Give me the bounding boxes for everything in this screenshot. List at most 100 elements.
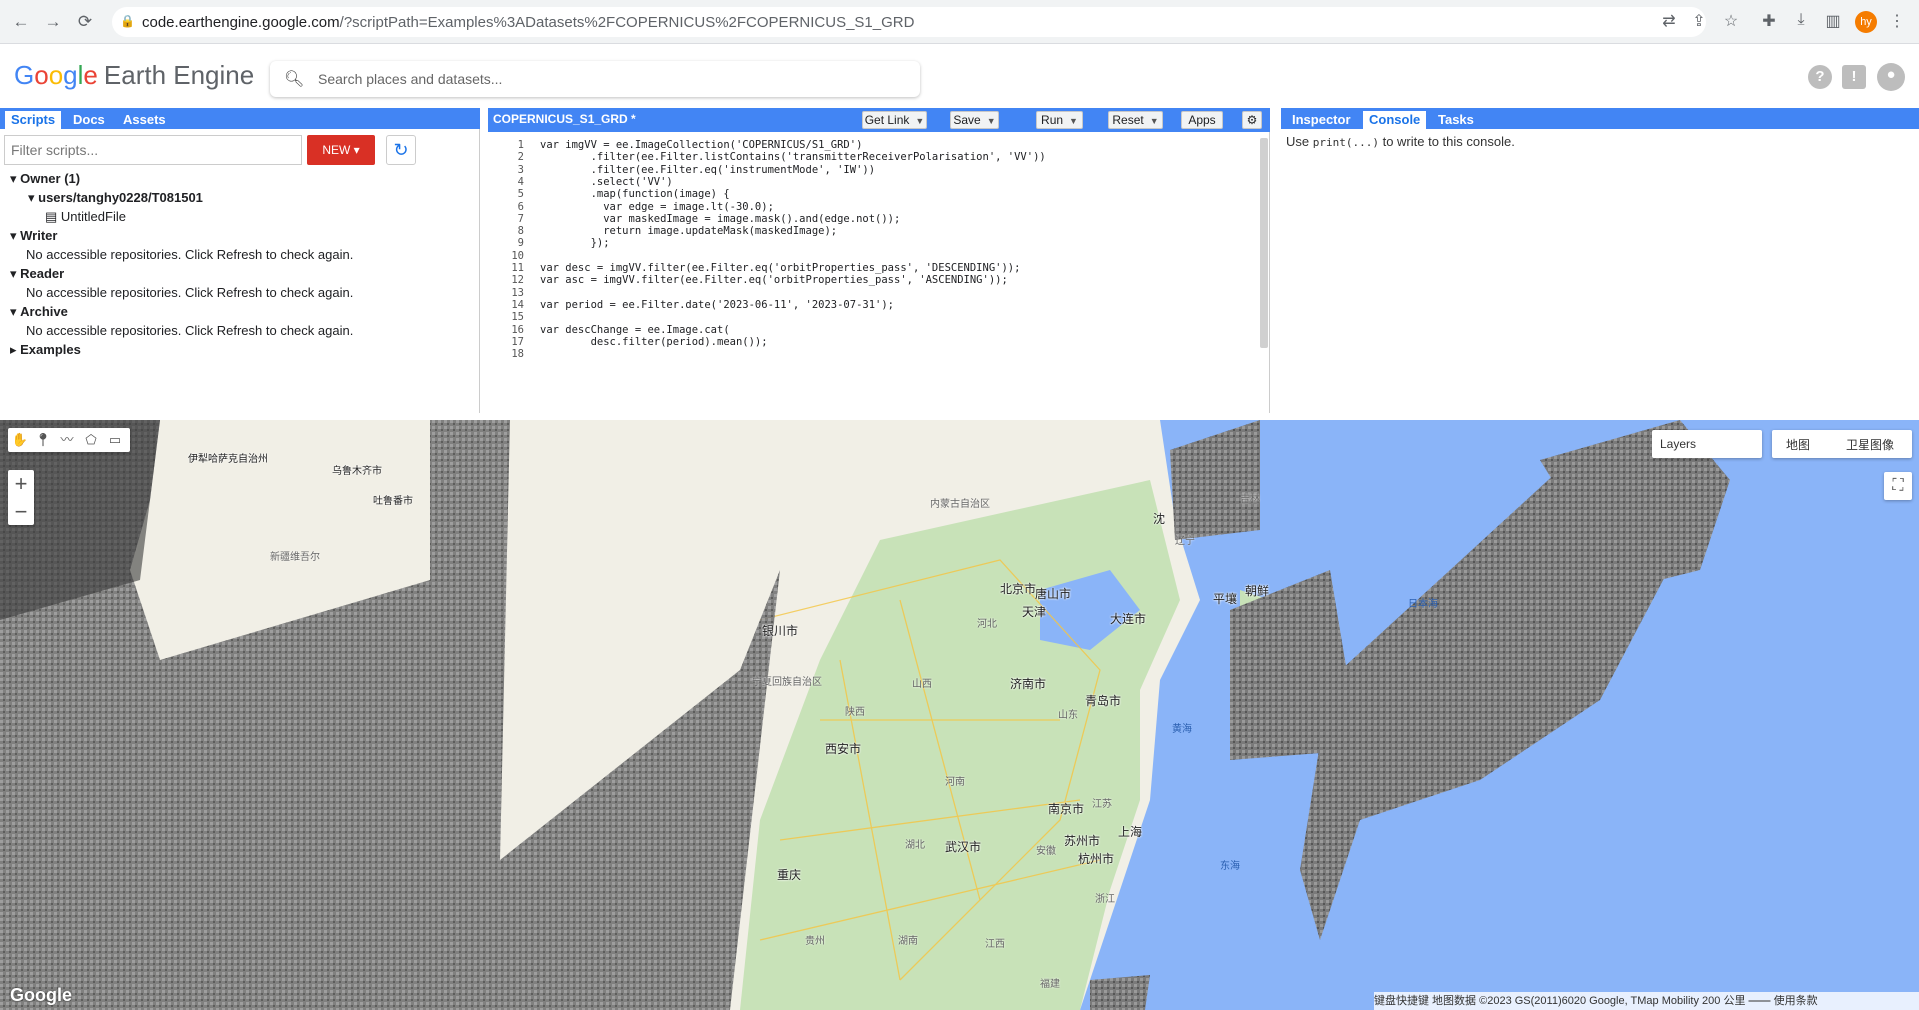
code-area[interactable]: 1 var imgVV = ee.ImageCollection('COPERNI… (488, 134, 1258, 413)
tab-console[interactable]: Console (1363, 111, 1427, 129)
help-icon[interactable]: ? (1808, 65, 1832, 89)
tree-examples[interactable]: ▸ Examples (10, 342, 81, 358)
search-input[interactable] (318, 69, 898, 89)
map-label-city: 银川市 (762, 624, 799, 638)
map-label-province: 山西 (912, 679, 932, 690)
menu-dots-icon[interactable]: ⋮ (1886, 11, 1908, 31)
map-label-city: 北京市 (1000, 582, 1037, 596)
tab-inspector[interactable]: Inspector (1286, 111, 1357, 129)
polygon-icon[interactable]: ⬠ (82, 431, 100, 449)
map-type-switch: 地图 卫星图像 (1772, 430, 1912, 458)
map-label-city: 苏州市 (1064, 834, 1101, 848)
map-label-city: 杭州市 (1078, 852, 1115, 866)
map-label-city: 济南市 (1010, 677, 1047, 691)
tree-owner-repo[interactable]: ▾ users/tanghy0228/T081501 (28, 190, 203, 206)
map-attribution[interactable]: 键盘快捷键 地图数据 ©2023 GS(2011)6020 Google, TM… (1374, 992, 1919, 1010)
map-label-city: 南京市 (1048, 802, 1085, 816)
extensions-icon[interactable]: ✚ (1758, 11, 1780, 31)
scripts-panel: Scripts Docs Assets NEW ▾ ↻ ▾ Owner (1) … (0, 108, 480, 413)
rectangle-icon[interactable]: ▭ (106, 431, 124, 449)
file-icon: ▤ (45, 209, 58, 224)
map-label-province: 新疆维吾尔 (270, 552, 320, 563)
download-icon[interactable]: ⤓ (1790, 11, 1812, 29)
reset-button[interactable]: Reset ▼ (1108, 111, 1163, 129)
share-icon[interactable]: ⇪ (1688, 11, 1710, 31)
address-bar[interactable]: 🔒 code.earthengine.google.com/?scriptPat… (112, 7, 1706, 37)
map-label-city: 上海 (1118, 825, 1143, 839)
zoom-out-button[interactable]: − (8, 498, 34, 525)
map-label-province: 湖北 (905, 840, 925, 851)
layers-button[interactable]: Layers (1652, 430, 1762, 458)
map-label-sea: 东海 (1220, 861, 1240, 872)
map-label-province: 陕西 (845, 707, 865, 718)
forward-icon[interactable]: → (42, 11, 64, 33)
bookmark-star-icon[interactable]: ☆ (1720, 11, 1742, 31)
tree-writer[interactable]: ▾ Writer (10, 228, 57, 244)
map-type-satellite[interactable]: 卫星图像 (1846, 436, 1894, 453)
run-button[interactable]: Run ▼ (1036, 111, 1083, 129)
map-label-city: 朝鲜 (1245, 584, 1270, 598)
map-label-province: 辽宁 (1175, 536, 1195, 547)
code-line[interactable]: var period = ee.Filter.date('2023-06-11'… (540, 298, 894, 313)
google-map-logo: Google (10, 985, 72, 1005)
pan-hand-icon[interactable]: ✋ (11, 431, 29, 449)
code-line[interactable]: }); (540, 236, 610, 251)
tree-owner[interactable]: ▾ Owner (1) (10, 171, 80, 187)
zoom-in-button[interactable]: + (8, 470, 34, 497)
editor-toolbar: COPERNICUS_S1_GRD * Get Link ▼ Save ▼ Run ▼… (488, 108, 1270, 132)
reload-icon[interactable]: ⟳ (74, 11, 96, 33)
code-line[interactable]: var asc = imgVV.filter(ee.Filter.eq('orb… (540, 273, 1008, 288)
profile-avatar[interactable]: hy (1855, 11, 1877, 33)
refresh-icon[interactable]: ↻ (386, 135, 416, 165)
map-canvas[interactable]: ✋ 📍︎ 〰 ⬠ ▭ + − Layers 地图 卫星图像 ⛶ 北京市 天津 唐… (0, 420, 1919, 1010)
marker-icon[interactable]: 📍︎ (34, 431, 52, 449)
map-label-city: 乌鲁木齐市 (332, 466, 382, 477)
map-label-city: 伊犁哈萨克自治州 (188, 454, 268, 465)
tree-file-untitled[interactable]: ▤ UntitledFile (45, 209, 126, 225)
tab-tasks[interactable]: Tasks (1432, 111, 1480, 129)
save-button[interactable]: Save ▼ (950, 111, 999, 129)
account-avatar[interactable]: ● (1877, 63, 1905, 91)
side-panel-icon[interactable]: ▥ (1822, 11, 1844, 31)
map-label-province: 湖南 (898, 936, 918, 947)
map-label-province: 山东 (1058, 710, 1078, 721)
tree-reader-msg: No accessible repositories. Click Refres… (26, 285, 354, 300)
map-label-province: 内蒙古自治区 (930, 499, 990, 510)
search-box[interactable]: 🔍︎ (270, 61, 920, 97)
get-link-button[interactable]: Get Link ▼ (862, 111, 927, 129)
apps-button[interactable]: Apps (1181, 111, 1223, 129)
tab-docs[interactable]: Docs (67, 111, 111, 129)
map-label-province: 贵州 (805, 936, 825, 947)
map-label-city: 平壤 (1213, 592, 1238, 606)
map-label-city: 武汉市 (945, 840, 982, 854)
tab-scripts[interactable]: Scripts (5, 111, 62, 129)
script-title: COPERNICUS_S1_GRD * (493, 112, 636, 126)
back-icon[interactable]: ← (10, 11, 32, 33)
map-label-province: 浙江 (1095, 894, 1115, 905)
translate-icon[interactable]: ⇄ (1658, 11, 1680, 31)
line-icon[interactable]: 〰 (58, 431, 76, 449)
map-type-map[interactable]: 地图 (1786, 436, 1810, 453)
map-label-city: 青岛市 (1085, 694, 1122, 708)
map-label-city: 吐鲁番市 (373, 496, 413, 507)
map-label-province: 吉林 (1240, 494, 1260, 505)
map-label-province: 河北 (977, 619, 997, 630)
filter-scripts-input[interactable] (4, 135, 302, 165)
editor-scrollbar[interactable] (1260, 138, 1268, 348)
code-line[interactable]: desc.filter(period).mean()); (540, 335, 768, 350)
map-label-sea: 黄海 (1172, 724, 1192, 735)
map-label-province: 江西 (985, 939, 1005, 950)
settings-gear-icon[interactable]: ⚙ (1242, 111, 1262, 129)
browser-toolbar: ← → ⟳ 🔒 code.earthengine.google.com/?scr… (0, 0, 1919, 44)
tree-reader[interactable]: ▾ Reader (10, 266, 64, 282)
map-label-city: 沈 (1153, 512, 1166, 526)
new-button[interactable]: NEW ▾ (307, 135, 375, 165)
map-label-province: 江苏 (1092, 799, 1112, 810)
fullscreen-icon[interactable]: ⛶ (1884, 472, 1912, 500)
tree-archive[interactable]: ▾ Archive (10, 304, 68, 320)
zoom-control: + − (8, 470, 34, 525)
feedback-icon[interactable]: ! (1842, 65, 1866, 89)
tab-assets[interactable]: Assets (117, 111, 172, 129)
earth-engine-logo[interactable]: Google Earth Engine (14, 60, 254, 91)
tree-writer-msg: No accessible repositories. Click Refres… (26, 247, 354, 262)
